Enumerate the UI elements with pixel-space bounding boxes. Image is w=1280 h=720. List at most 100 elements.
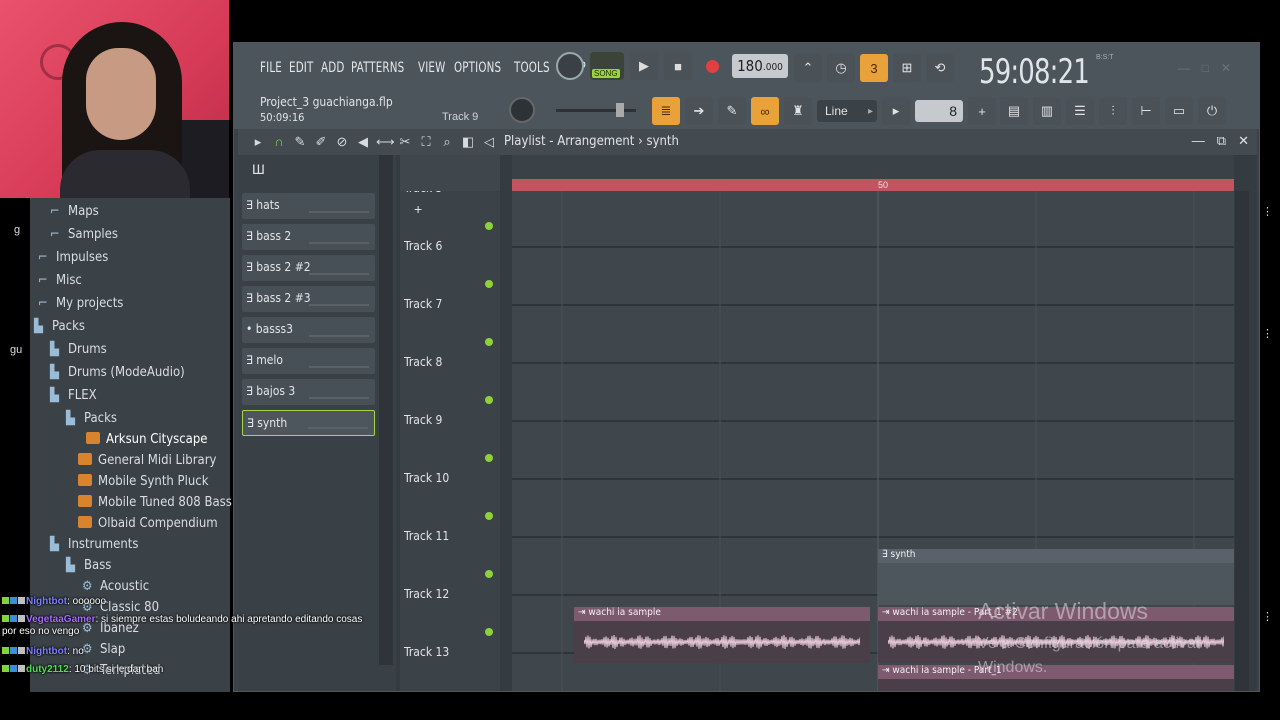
slip-icon[interactable]: ⟷	[376, 134, 395, 150]
track-mute-led[interactable]	[485, 396, 493, 404]
play-arrow-icon[interactable]: ▸	[250, 134, 266, 150]
close-icon[interactable]: ✕	[1221, 61, 1231, 75]
pattern-item[interactable]: ∃ hats	[242, 193, 375, 219]
browser-item[interactable]: ▙ FLEX	[50, 388, 97, 403]
step-value[interactable]: 8	[915, 100, 963, 122]
playlist-window-icon[interactable]: ☰	[1066, 97, 1094, 125]
track-name[interactable]: Track 13	[404, 645, 449, 659]
pattern-item[interactable]: ∃ bass 2	[242, 224, 375, 250]
countdown-icon[interactable]: 3	[860, 54, 888, 82]
browser-item[interactable]: General Midi Library	[78, 453, 216, 468]
browser-item[interactable]: Arksun Cityscape	[86, 432, 207, 447]
master-volume-slider[interactable]	[556, 103, 636, 117]
browser-item[interactable]: ▙ Instruments	[50, 537, 138, 552]
pencil-icon[interactable]: ✎	[718, 97, 746, 125]
pattern-item[interactable]: ∃ melo	[242, 348, 375, 374]
track-name[interactable]: Track 7	[404, 297, 442, 311]
browser-item[interactable]: ▙ Bass	[66, 558, 111, 573]
maximize-icon[interactable]: □	[1202, 61, 1209, 75]
metronome-icon[interactable]: ⌃	[794, 54, 822, 82]
pattern-scrollbar[interactable]	[379, 155, 393, 665]
piano-roll-icon[interactable]: ▥	[1033, 97, 1061, 125]
track-mute-led[interactable]	[485, 338, 493, 346]
browser-icon[interactable]: ⊢	[1132, 97, 1160, 125]
browser-item[interactable]: ⌐ Misc	[38, 273, 82, 288]
record-button[interactable]	[698, 52, 726, 80]
browser-item[interactable]: Mobile Tuned 808 Bass	[78, 495, 232, 510]
browser-item[interactable]: ⌐ Samples	[50, 227, 118, 242]
track-name[interactable]: Track 9	[404, 413, 442, 427]
track-mute-led[interactable]	[485, 280, 493, 288]
wait-input-icon[interactable]: ◷	[827, 54, 855, 82]
browser-item[interactable]: ⚙ Slap	[82, 642, 125, 657]
pattern-item[interactable]: ∃ bass 2 #3	[242, 286, 375, 312]
minimize-icon[interactable]: —	[1178, 61, 1190, 75]
minimize-icon[interactable]: —	[1192, 133, 1205, 149]
master-pitch-knob[interactable]	[509, 97, 535, 123]
slice-icon[interactable]: ✂	[397, 134, 413, 150]
project-icon[interactable]: ▭	[1165, 97, 1193, 125]
pattern-item[interactable]: • basss3	[242, 317, 375, 343]
loop-record-icon[interactable]: ⟲	[926, 54, 954, 82]
delete-icon[interactable]: ⊘	[334, 134, 350, 150]
track-mute-led[interactable]	[485, 628, 493, 636]
track-name[interactable]: Track 12	[404, 587, 449, 601]
maximize-icon[interactable]: ⧉	[1217, 133, 1226, 149]
browser-item[interactable]: ▙ Packs	[66, 411, 117, 426]
menu-item[interactable]: EDIT	[289, 60, 313, 76]
browser-item[interactable]: ▙ Drums (ModeAudio)	[50, 365, 185, 380]
menu-item[interactable]: OPTIONS	[454, 60, 501, 76]
next-icon[interactable]: ➔	[685, 97, 713, 125]
master-volume-icon[interactable]	[556, 52, 584, 80]
tempo-display[interactable]: 180.000	[732, 54, 788, 78]
menu-item[interactable]: PATTERNS	[351, 60, 404, 76]
track-mute-led[interactable]	[485, 512, 493, 520]
close-icon[interactable]: ✕	[1238, 133, 1249, 149]
pattern-item[interactable]: ∃ bajos 3	[242, 379, 375, 405]
blend-notes-icon[interactable]: ⊞	[893, 54, 921, 82]
link-icon[interactable]: ∞	[751, 97, 779, 125]
track-mute-led[interactable]	[485, 222, 493, 230]
pattern-clip[interactable]: ∃ synth	[878, 549, 1234, 605]
track-mute-led[interactable]	[485, 570, 493, 578]
browser-item[interactable]: Olbaid Compendium	[78, 516, 218, 531]
pattern-item[interactable]: ∃ synth	[242, 410, 375, 436]
browser-item[interactable]: ⌐ My projects	[38, 296, 123, 311]
track-mute-led[interactable]	[485, 454, 493, 462]
magnet-icon[interactable]: ∩	[271, 134, 287, 150]
paint-icon[interactable]: ✐	[313, 134, 329, 150]
menu-item[interactable]: TOOLS	[514, 60, 550, 76]
track-name[interactable]: Track 10	[404, 471, 449, 485]
playlist-overview[interactable]	[512, 155, 1234, 179]
pattern-item[interactable]: ∃ bass 2 #2	[242, 255, 375, 281]
slider-handle[interactable]	[616, 103, 624, 117]
browser-item[interactable]: ▙ Packs	[34, 319, 85, 334]
snap-selector[interactable]: Line	[817, 100, 877, 122]
step-prev-icon[interactable]: ▸	[882, 97, 910, 125]
channel-rack-icon[interactable]: ▤	[1000, 97, 1028, 125]
menu-item[interactable]: FILE	[260, 60, 282, 76]
pattern-picker-icon[interactable]: Ш	[252, 161, 282, 181]
browser-item[interactable]: ⌐ Maps	[50, 204, 99, 219]
play-button[interactable]: ▶	[630, 52, 658, 80]
playlist-icon[interactable]: ≣	[652, 97, 680, 125]
browser-item[interactable]: Mobile Synth Pluck	[78, 474, 208, 489]
menu-item[interactable]: ADD	[321, 60, 344, 76]
draw-icon[interactable]: ✎	[292, 134, 308, 150]
speaker-icon[interactable]: ◁	[481, 134, 497, 150]
browser-item[interactable]: ⌐ Impulses	[38, 250, 108, 265]
select-icon[interactable]: ⛶	[418, 134, 434, 150]
track-name[interactable]: Track 6	[404, 239, 442, 253]
audio-clip[interactable]: ⇥ wachi ia sample	[574, 607, 870, 663]
vertical-scrollbar[interactable]	[1235, 191, 1249, 691]
mixer-icon[interactable]: ⫶	[1099, 97, 1127, 125]
stamp-icon[interactable]: ♜	[784, 97, 812, 125]
add-track-icon[interactable]: +	[414, 201, 422, 217]
playback-icon[interactable]: ◧	[460, 134, 476, 150]
browser-item[interactable]: ▙ Drums	[50, 342, 107, 357]
zoom-icon[interactable]: ⌕	[439, 134, 455, 150]
plugin-icon[interactable]: ⏻	[1198, 97, 1226, 125]
track-name[interactable]: Track 8	[404, 355, 442, 369]
step-add-icon[interactable]: +	[968, 97, 996, 125]
track-name[interactable]: Track 11	[404, 529, 449, 543]
